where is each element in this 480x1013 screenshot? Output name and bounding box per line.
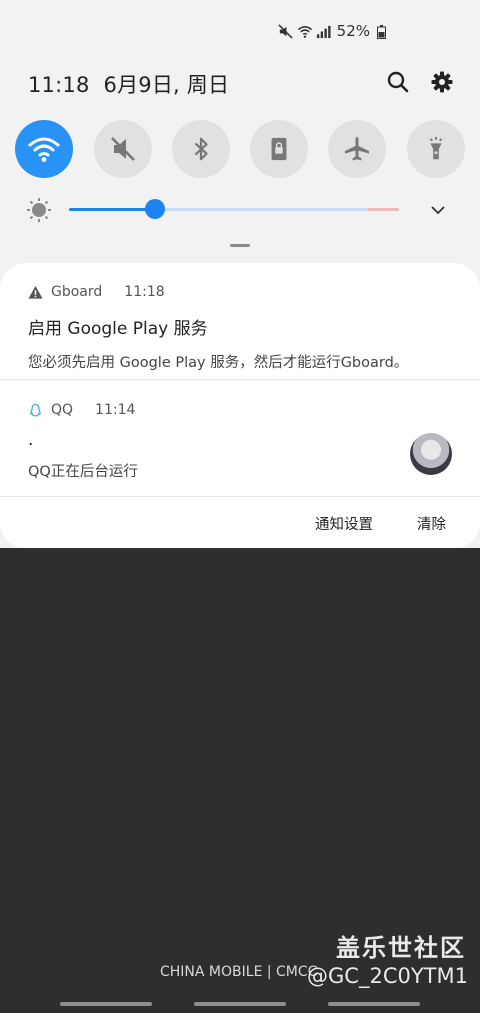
- status-bar: 52%: [278, 20, 386, 42]
- divider: [0, 379, 480, 380]
- avatar: [410, 433, 452, 475]
- bluetooth-icon: [194, 137, 208, 161]
- notification-body: 您必须先启用 Google Play 服务，然后才能运行Gboard。: [28, 355, 409, 371]
- signal-icon: [316, 24, 331, 39]
- notification-app-name: Gboard: [51, 284, 103, 300]
- battery-icon: [377, 24, 386, 39]
- brightness-thumb[interactable]: [145, 199, 165, 219]
- watermark-title: 盖乐世社区: [336, 934, 466, 962]
- date-time: 11:18 6月9日, 周日: [28, 69, 229, 99]
- battery-percent: 52%: [336, 22, 370, 40]
- navigation-bar: [0, 1002, 480, 1008]
- notification-title: 启用 Google Play 服务: [28, 319, 208, 339]
- notification-time: 11:14: [95, 402, 136, 418]
- notification-qq[interactable]: QQ 11:14 . QQ正在后台运行: [28, 402, 452, 481]
- notification-settings-button[interactable]: 通知设置: [315, 513, 373, 534]
- brightness-high-zone: [367, 208, 399, 211]
- wifi-icon: [28, 137, 60, 162]
- flashlight-icon: [429, 136, 443, 160]
- search-button[interactable]: [384, 68, 412, 96]
- notification-app-name: QQ: [51, 402, 74, 418]
- toggle-bluetooth[interactable]: [172, 120, 230, 178]
- notification-actions: 通知设置 清除: [315, 513, 446, 534]
- chevron-down-icon[interactable]: [428, 200, 448, 220]
- nav-home-button[interactable]: [194, 1002, 286, 1006]
- warning-icon: [28, 285, 43, 299]
- wifi-icon: [297, 24, 312, 39]
- notification-time: 11:18: [124, 284, 165, 300]
- quick-toggles: [15, 120, 465, 180]
- nav-back-button[interactable]: [328, 1002, 420, 1006]
- notification-header: Gboard 11:18: [28, 284, 452, 300]
- nav-recents-button[interactable]: [60, 1002, 152, 1006]
- divider: [0, 496, 480, 497]
- toggle-rotation-lock[interactable]: [250, 120, 308, 178]
- toggle-flashlight[interactable]: [407, 120, 465, 178]
- sound-muted-icon: [111, 137, 135, 161]
- mute-icon: [278, 23, 293, 39]
- notification-title: .: [28, 430, 34, 450]
- toggle-wifi[interactable]: [15, 120, 73, 178]
- settings-button[interactable]: [428, 68, 456, 96]
- brightness-control: [26, 196, 456, 224]
- notification-gboard[interactable]: Gboard 11:18 启用 Google Play 服务 您必须先启用 Go…: [28, 284, 452, 372]
- notification-header: QQ 11:14: [28, 402, 452, 418]
- qq-penguin-icon: [30, 403, 41, 417]
- panel-header: 11:18 6月9日, 周日: [28, 66, 460, 100]
- search-icon: [387, 71, 409, 93]
- toggle-airplane[interactable]: [328, 120, 386, 178]
- brightness-slider[interactable]: [69, 208, 399, 211]
- clock[interactable]: 11:18: [28, 73, 90, 97]
- notification-body: QQ正在后台运行: [28, 464, 138, 480]
- brightness-fill: [69, 208, 155, 211]
- date[interactable]: 6月9日, 周日: [104, 73, 230, 97]
- notification-card: Gboard 11:18 启用 Google Play 服务 您必须先启用 Go…: [0, 263, 480, 548]
- brightness-icon: [27, 198, 51, 222]
- panel-drag-handle[interactable]: [230, 244, 250, 247]
- gear-icon: [431, 71, 453, 93]
- clear-all-button[interactable]: 清除: [417, 513, 446, 534]
- screen-rotation-lock-icon: [271, 137, 287, 161]
- airplane-icon: [345, 137, 369, 161]
- toggle-sound[interactable]: [94, 120, 152, 178]
- watermark-handle: @GC_2C0YTM1: [307, 964, 468, 988]
- carrier-label: CHINA MOBILE | CMCC: [160, 964, 318, 980]
